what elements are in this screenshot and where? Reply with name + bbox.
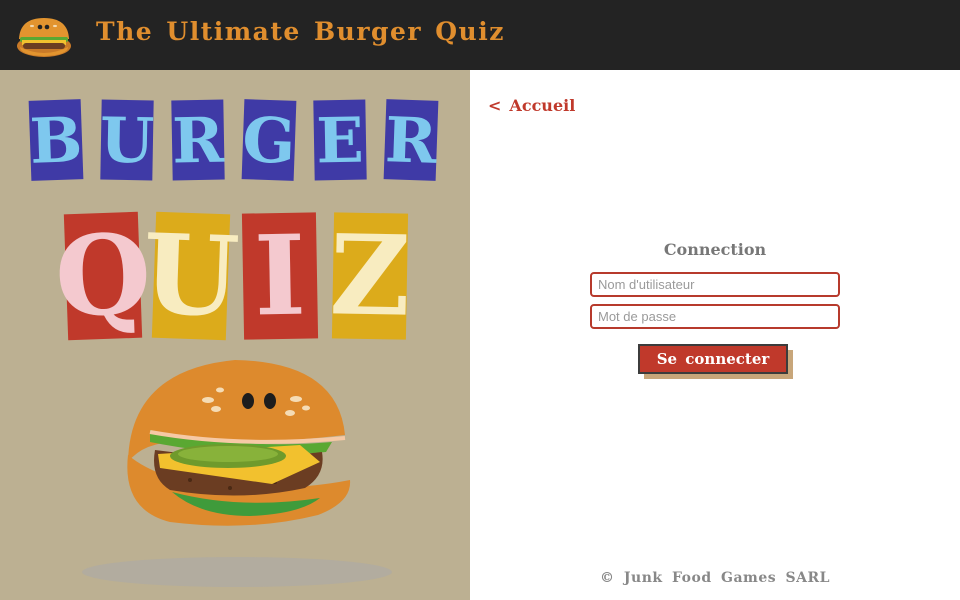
title-letter-tile: Q	[53, 209, 153, 341]
login-panel: < Accueil Connection Se connecter © Junk …	[470, 70, 960, 600]
hero-panel: BURGER QUIZ	[0, 70, 470, 600]
title-letter-tile: R	[171, 99, 225, 181]
burger-quiz-illustration: BURGER QU I Z	[29, 99, 439, 587]
burger-mascot-icon	[82, 360, 392, 587]
title-letter: U	[141, 209, 241, 341]
title-letter-tile: I	[241, 211, 319, 341]
title-letter: U	[99, 104, 154, 178]
app-title: The Ultimate Burger Quiz	[96, 17, 505, 46]
login-button[interactable]: Se connecter	[638, 344, 788, 374]
username-input[interactable]	[590, 272, 840, 297]
footer-copyright: © Junk Food Games SARL	[600, 570, 830, 586]
title-letter: R	[384, 103, 439, 178]
title-letter: Z	[329, 210, 412, 340]
title-burger: BURGER	[29, 99, 439, 181]
burger-logo-icon[interactable]	[14, 13, 74, 59]
password-input[interactable]	[590, 304, 840, 329]
chevron-left-icon: <	[488, 96, 502, 115]
login-title: Connection	[663, 240, 767, 259]
back-home-label: Accueil	[509, 96, 576, 115]
title-quiz: QU I Z	[53, 209, 411, 341]
title-letter: B	[29, 103, 84, 178]
title-letter: R	[172, 104, 225, 178]
title-letter-tile: U	[141, 209, 241, 341]
title-letter: I	[253, 211, 307, 341]
title-letter: Q	[53, 209, 153, 341]
app-header: The Ultimate Burger Quiz	[0, 0, 960, 70]
title-letter: G	[241, 103, 296, 178]
title-letter-tile: E	[313, 99, 367, 181]
back-home-link[interactable]: < Accueil	[488, 96, 575, 115]
title-letter-tile: B	[29, 99, 84, 181]
title-letter: E	[316, 104, 365, 178]
title-letter-tile: G	[241, 99, 297, 181]
title-letter-tile: Z	[329, 210, 412, 340]
title-letter-tile: R	[383, 99, 439, 181]
title-letter-tile: U	[99, 99, 155, 181]
